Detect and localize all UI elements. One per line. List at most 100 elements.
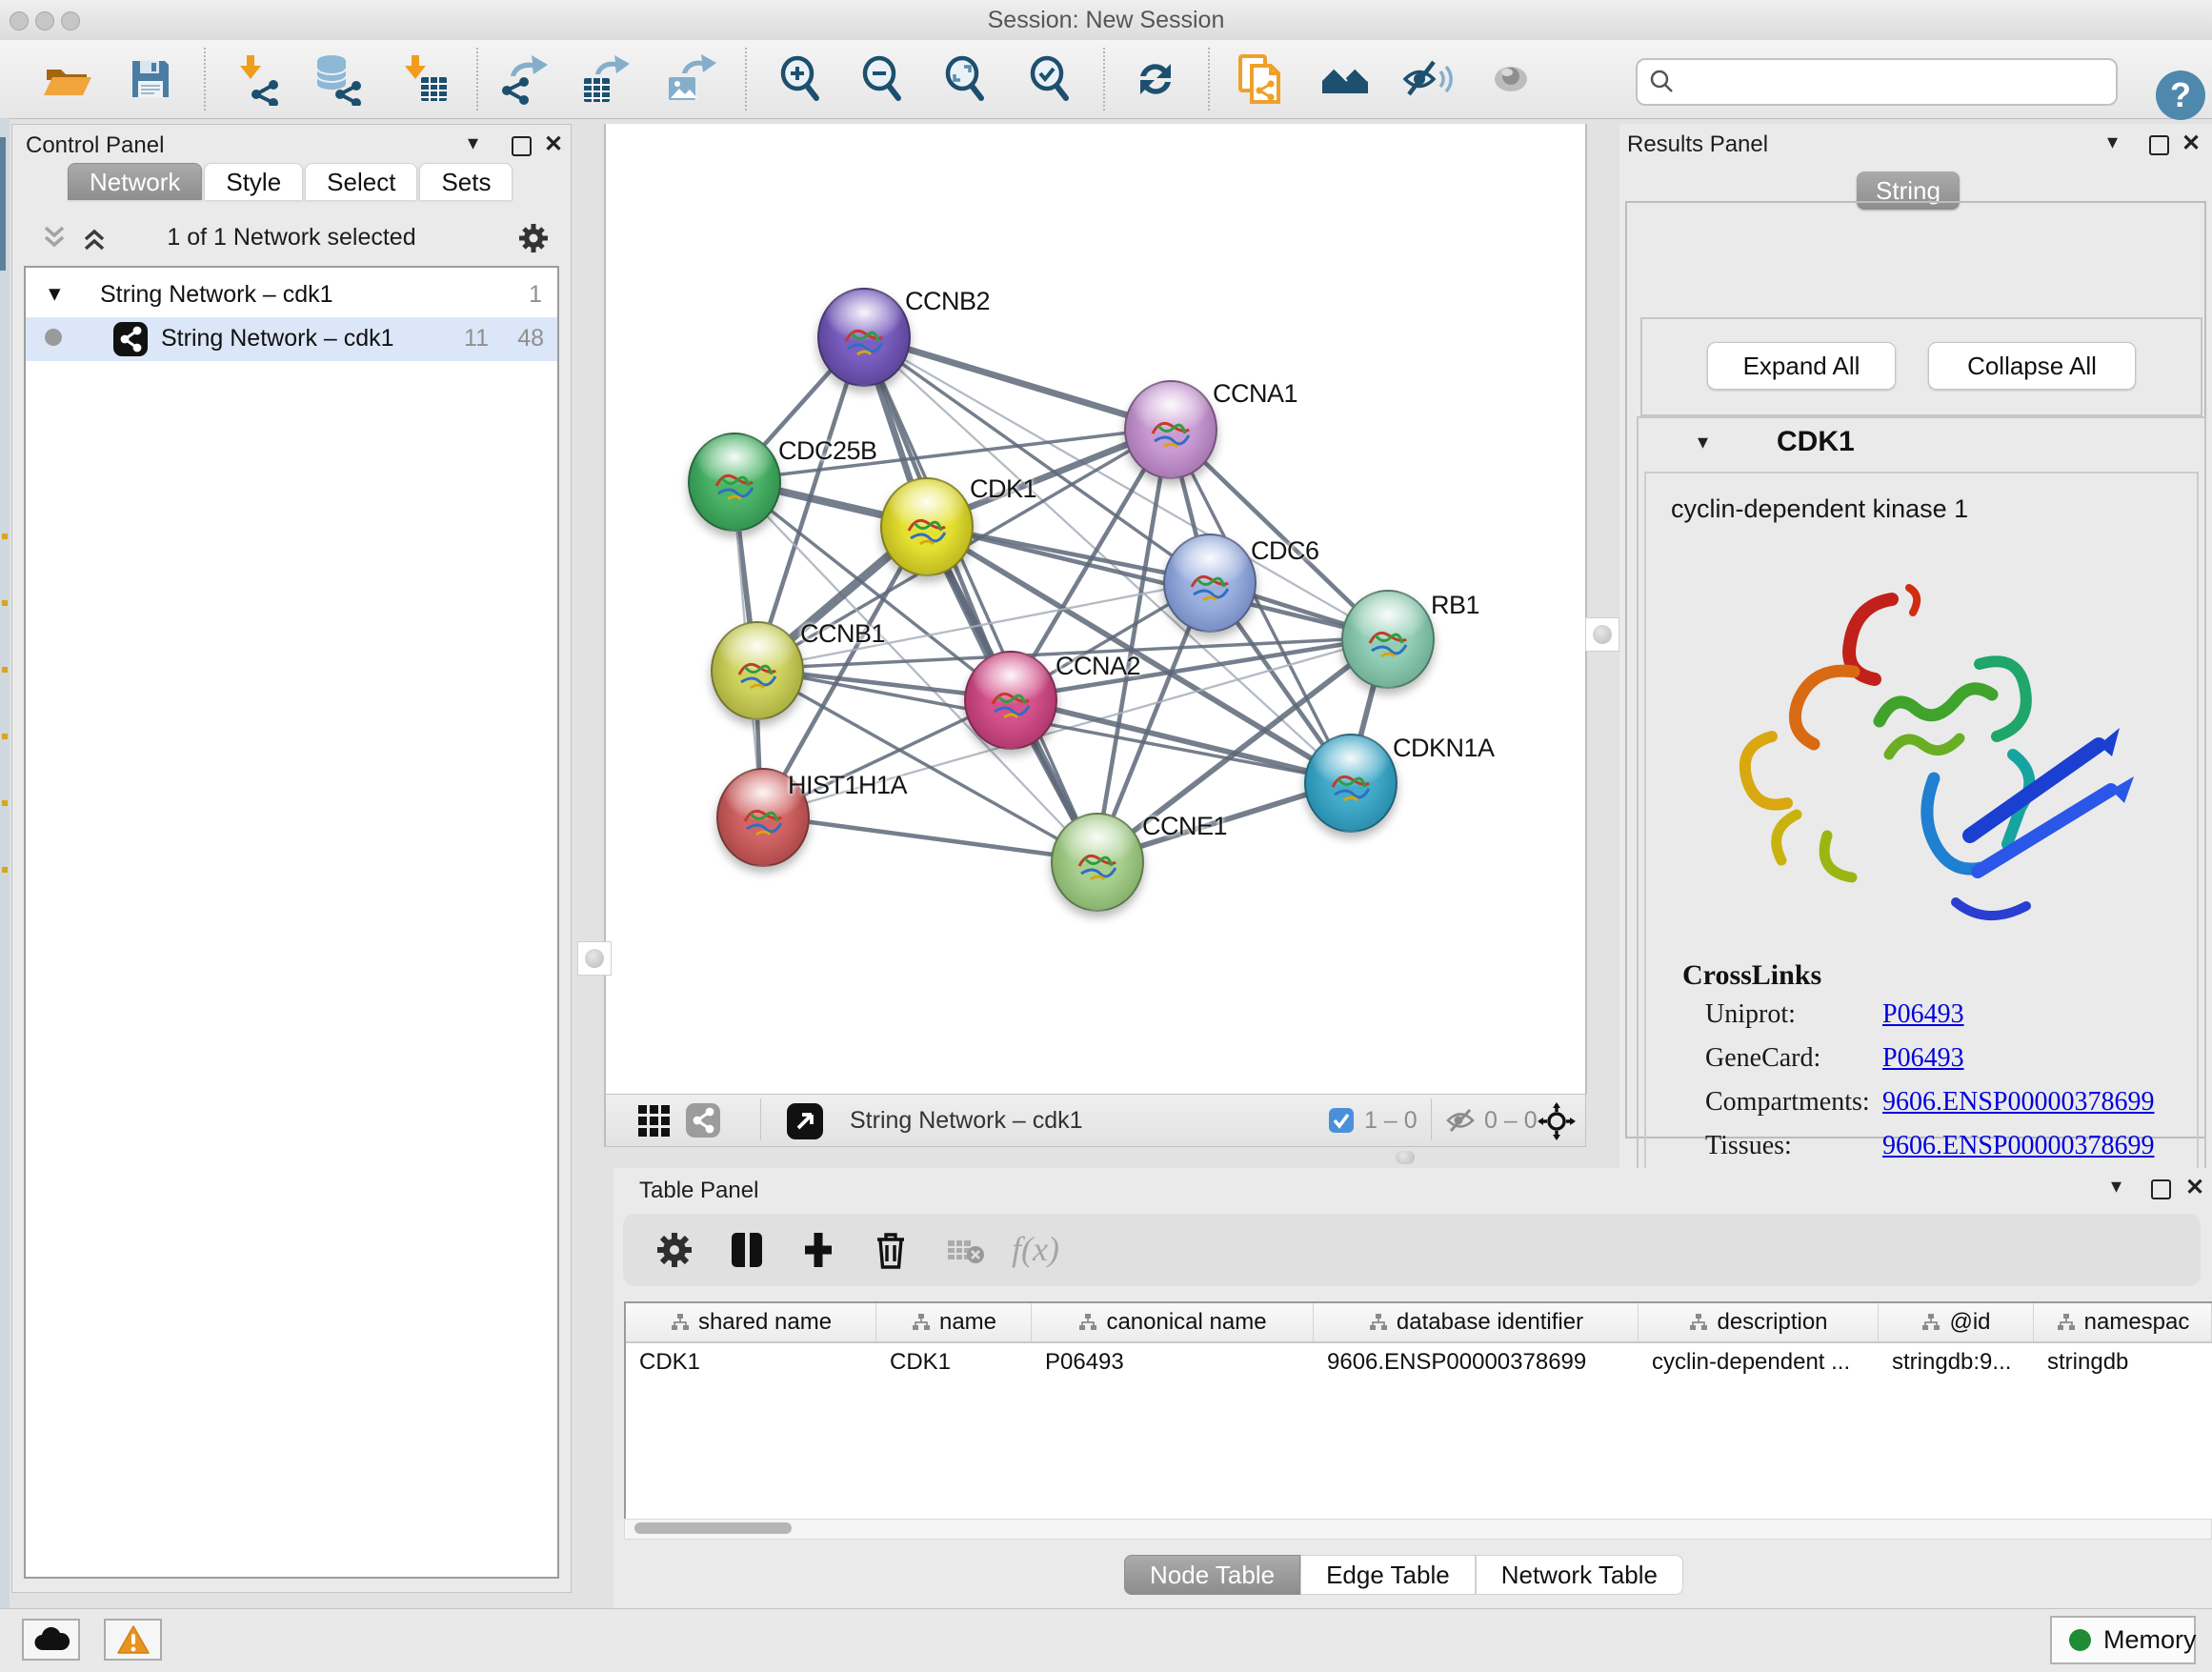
cloud-button[interactable]: [22, 1619, 80, 1661]
panel-close-icon[interactable]: ✕: [544, 131, 563, 158]
grid-view-icon[interactable]: [636, 1103, 671, 1138]
tab-sets[interactable]: Sets: [419, 163, 513, 200]
toolbar-separator: [476, 48, 478, 111]
crosslink-label: Compartments:: [1705, 1087, 1870, 1118]
table-gear-icon[interactable]: [654, 1229, 695, 1271]
panel-float-icon[interactable]: [2151, 1179, 2171, 1199]
network-node-CDKN1A[interactable]: [1304, 734, 1398, 833]
column-header[interactable]: namespac: [2034, 1303, 2212, 1341]
panel-float-icon[interactable]: [512, 136, 532, 156]
tab-edge-table[interactable]: Edge Table: [1300, 1555, 1476, 1595]
crosslink-value[interactable]: P06493: [1882, 1043, 1964, 1074]
panel-close-icon[interactable]: ✕: [2182, 130, 2201, 157]
network-node-CCNB1[interactable]: [711, 621, 804, 720]
bottom-splitter-handle[interactable]: [1396, 1151, 1415, 1164]
collapse-all-button[interactable]: Collapse All: [1928, 342, 2136, 390]
expand-all-button[interactable]: Expand All: [1707, 342, 1896, 390]
network-node-RB1[interactable]: [1341, 590, 1435, 689]
show-columns-icon[interactable]: [726, 1229, 768, 1271]
import-table-file-icon[interactable]: [396, 52, 450, 106]
network-node-CCNA2[interactable]: [964, 651, 1057, 750]
show-all-eye-icon[interactable]: [1484, 52, 1538, 106]
network-node-CCNB2[interactable]: [817, 288, 911, 387]
panel-float-icon[interactable]: [2149, 135, 2169, 155]
network-row[interactable]: String Network – cdk1 11 48: [26, 317, 557, 361]
network-node-CCNA1[interactable]: [1124, 380, 1217, 479]
panel-menu-caret-icon[interactable]: ▾: [2107, 130, 2118, 154]
search-input[interactable]: [1636, 58, 2118, 106]
apply-layout-icon[interactable]: [1129, 52, 1182, 106]
column-header[interactable]: database identifier: [1314, 1303, 1639, 1341]
results-content: Expand All Collapse All ▾ CDK1 cyclin-de…: [1625, 201, 2206, 1138]
export-network-icon[interactable]: [497, 52, 551, 106]
node-table: shared namenamecanonical namedatabase id…: [624, 1301, 2212, 1522]
table-cell[interactable]: 9606.ENSP00000378699: [1314, 1343, 1639, 1381]
import-network-database-icon[interactable]: [312, 52, 365, 106]
scrollbar-thumb[interactable]: [634, 1522, 792, 1534]
gear-icon[interactable]: [515, 220, 552, 256]
duplicate-network-icon[interactable]: [1233, 52, 1286, 106]
export-table-icon[interactable]: [578, 52, 632, 106]
crosslink-value[interactable]: 9606.ENSP00000378699: [1882, 1087, 2154, 1118]
crosslink-value[interactable]: P06493: [1882, 999, 1964, 1030]
help-icon[interactable]: ?: [2156, 71, 2205, 120]
warnings-button[interactable]: [104, 1619, 162, 1661]
tab-node-table[interactable]: Node Table: [1124, 1555, 1300, 1595]
column-header[interactable]: shared name: [626, 1303, 876, 1341]
left-splitter-handle[interactable]: [577, 941, 612, 976]
network-canvas[interactable]: CCNB2CCNA1CDC25BCDK1CDC6RB1CCNB1CCNA2CDK…: [604, 124, 1587, 1094]
import-network-file-icon[interactable]: [231, 52, 284, 106]
open-session-button[interactable]: [40, 52, 93, 106]
hide-selected-eye-icon[interactable]: [1401, 52, 1455, 106]
right-splitter-handle[interactable]: [1585, 617, 1619, 652]
crosslink-value[interactable]: 9606.ENSP00000378699: [1882, 1131, 2154, 1161]
add-column-icon[interactable]: [797, 1229, 839, 1271]
open-in-new-window-icon[interactable]: [787, 1103, 823, 1139]
control-panel-title: Control Panel: [26, 132, 164, 159]
tree-expand-caret-icon[interactable]: ▾: [49, 279, 61, 308]
tab-style[interactable]: Style: [204, 163, 303, 200]
zoom-in-icon[interactable]: [774, 52, 827, 106]
network-node-CCNE1[interactable]: [1051, 813, 1144, 912]
table-cell[interactable]: CDK1: [626, 1343, 876, 1381]
birds-eye-toggle-icon[interactable]: [1538, 1102, 1576, 1140]
network-node-CDC25B[interactable]: [688, 433, 781, 532]
panel-menu-caret-icon[interactable]: ▾: [468, 131, 478, 155]
network-collection-row[interactable]: ▾ String Network – cdk1 1: [26, 273, 557, 317]
horizontal-scrollbar[interactable]: [624, 1519, 2212, 1540]
selected-checkbox-icon[interactable]: [1328, 1107, 1355, 1134]
network-node-label: RB1: [1431, 591, 1479, 620]
title-bar: Session: New Session: [0, 0, 2212, 41]
table-cell[interactable]: cyclin-dependent ...: [1639, 1343, 1879, 1381]
network-node-CDC6[interactable]: [1163, 534, 1257, 633]
table-row[interactable]: CDK1CDK1P064939606.ENSP00000378699cyclin…: [626, 1343, 2212, 1381]
section-caret-icon[interactable]: ▾: [1698, 430, 1708, 454]
network-node-CDK1[interactable]: [880, 477, 974, 576]
protein-thumbnail-icon: [737, 793, 789, 844]
export-image-icon[interactable]: [663, 52, 716, 106]
tab-select[interactable]: Select: [305, 163, 417, 200]
column-header[interactable]: description: [1639, 1303, 1879, 1341]
column-header[interactable]: name: [876, 1303, 1032, 1341]
gene-section-header[interactable]: ▾ CDK1: [1639, 418, 2204, 468]
save-session-button[interactable]: [124, 52, 177, 106]
table-cell[interactable]: P06493: [1032, 1343, 1314, 1381]
protein-thumbnail-icon: [1362, 614, 1414, 666]
panel-menu-caret-icon[interactable]: ▾: [2111, 1174, 2122, 1199]
show-home-icon[interactable]: [1318, 52, 1372, 106]
tab-network[interactable]: Network: [68, 163, 202, 200]
table-cell[interactable]: CDK1: [876, 1343, 1032, 1381]
table-cell[interactable]: stringdb:9...: [1879, 1343, 2034, 1381]
network-view-icon[interactable]: [686, 1103, 720, 1138]
tab-network-table[interactable]: Network Table: [1476, 1555, 1683, 1595]
zoom-selected-icon[interactable]: [1023, 52, 1076, 106]
delete-column-icon[interactable]: [870, 1229, 912, 1271]
column-header[interactable]: canonical name: [1032, 1303, 1314, 1341]
zoom-out-icon[interactable]: [855, 52, 909, 106]
column-type-icon: [2056, 1312, 2077, 1333]
fit-content-icon[interactable]: [938, 52, 992, 106]
table-cell[interactable]: stringdb: [2034, 1343, 2212, 1381]
panel-close-icon[interactable]: ✕: [2185, 1174, 2204, 1201]
column-header[interactable]: @id: [1879, 1303, 2034, 1341]
memory-button[interactable]: Memory: [2050, 1616, 2196, 1664]
